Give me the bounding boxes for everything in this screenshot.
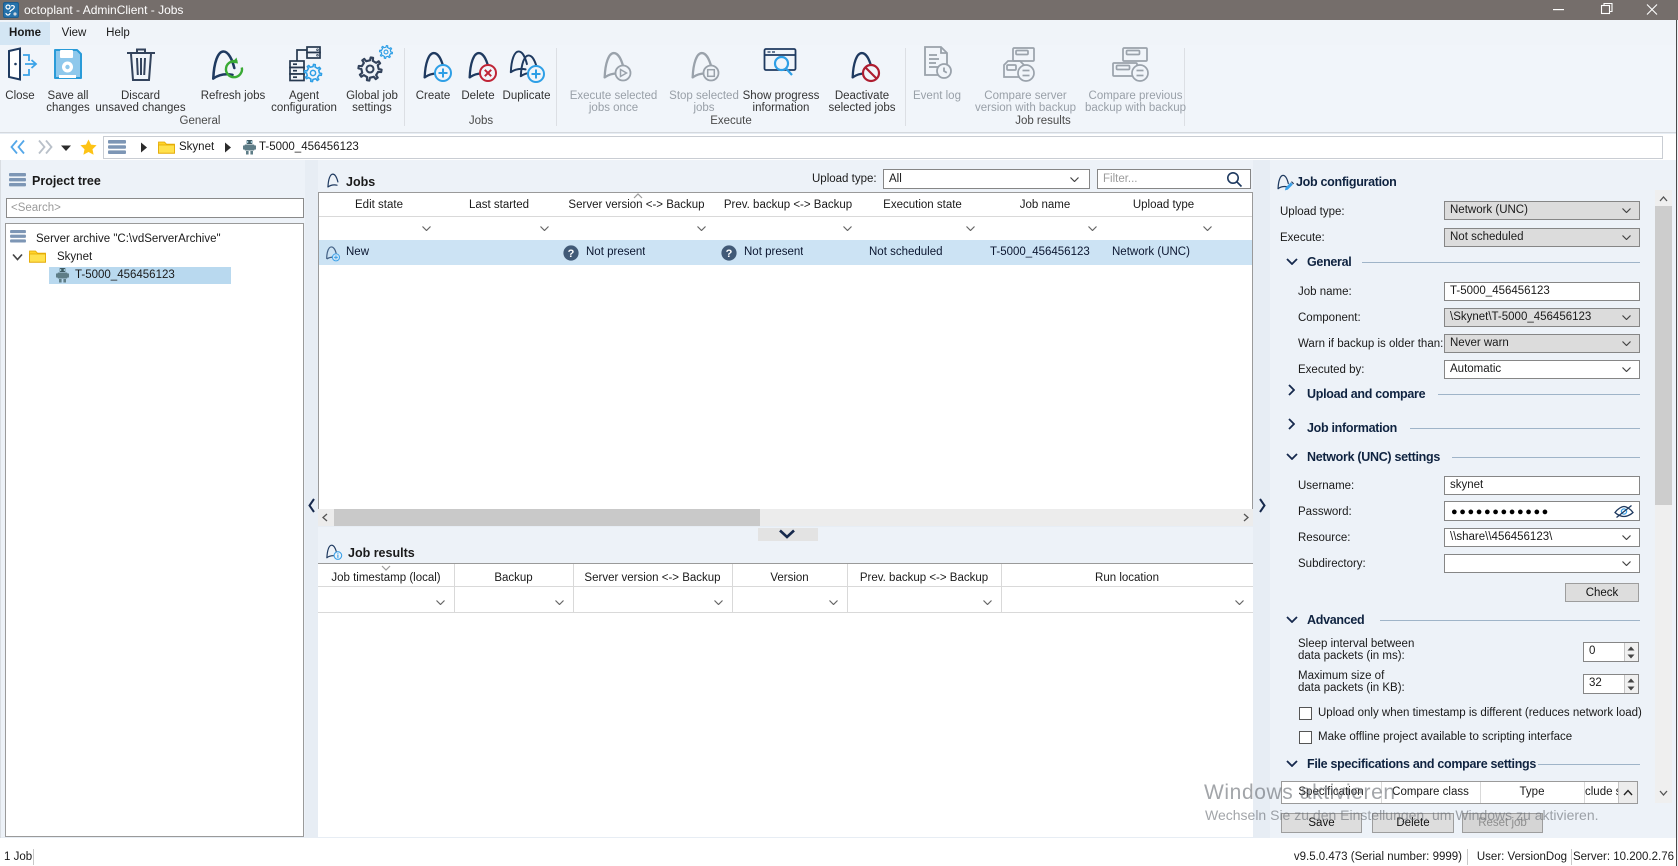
svg-text:?: ? bbox=[726, 248, 733, 260]
svg-text:?: ? bbox=[568, 248, 575, 260]
